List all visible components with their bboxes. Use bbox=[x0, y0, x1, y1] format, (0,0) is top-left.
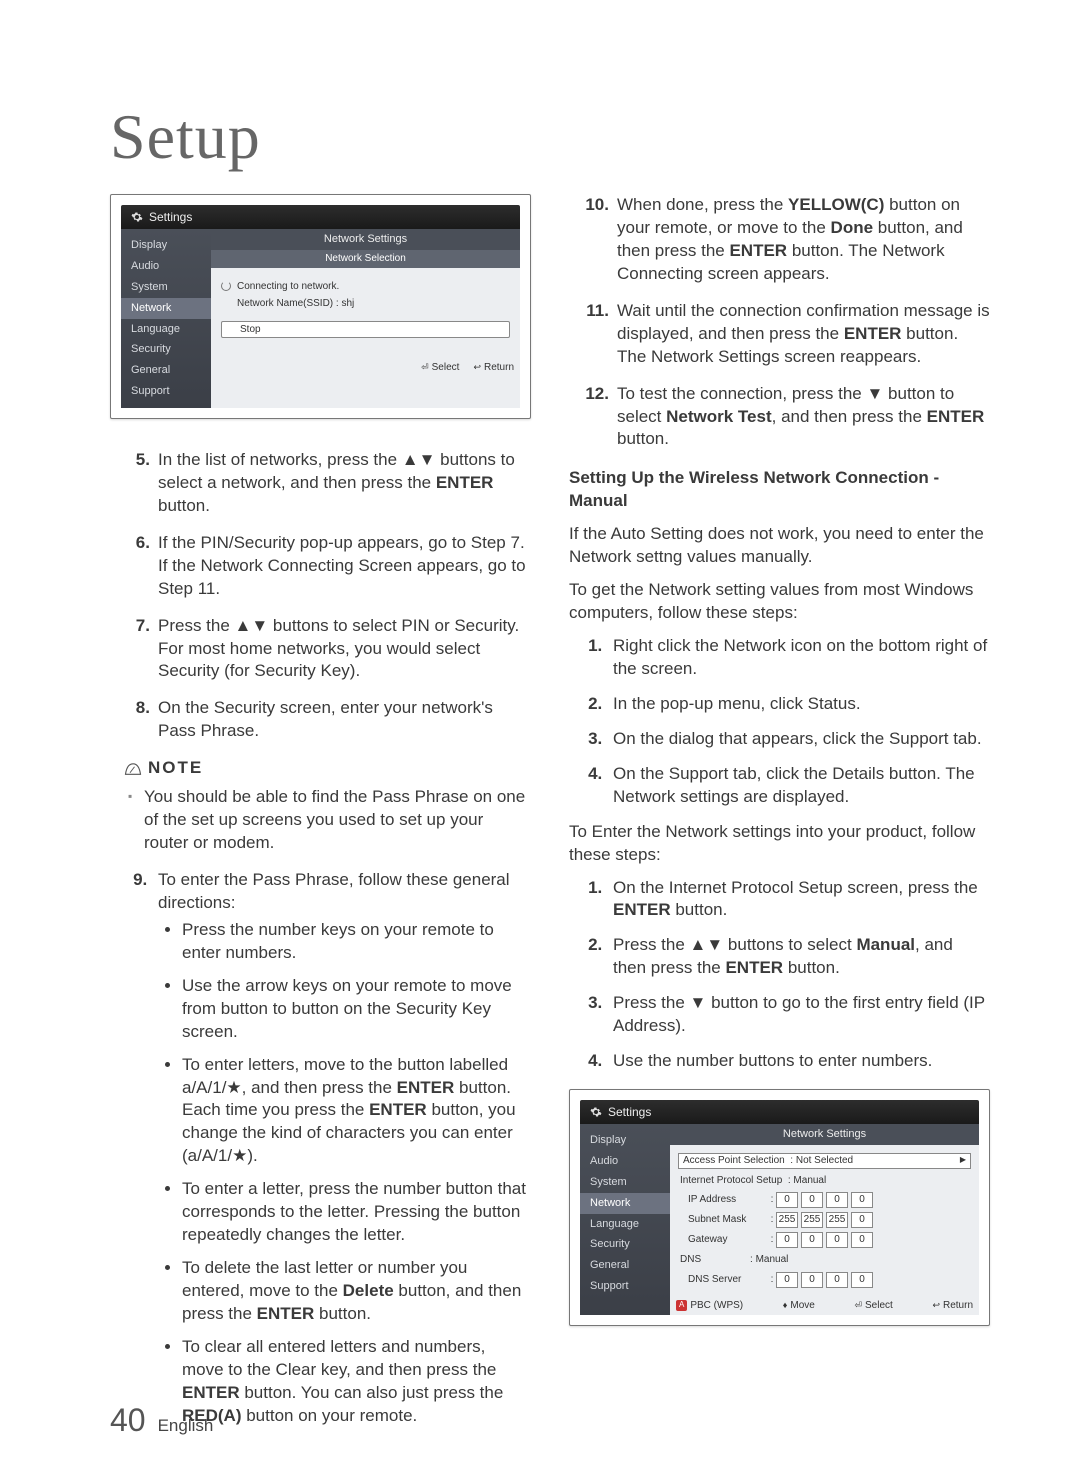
win-step-1: Right click the Network icon on the bott… bbox=[607, 635, 990, 681]
screenshot-manual-ip: Settings Display Audio System Network La… bbox=[569, 1089, 990, 1326]
dns-value: Manual bbox=[756, 1254, 789, 1265]
para-auto-fail: If the Auto Setting does not work, you n… bbox=[569, 523, 990, 569]
footer-return: ↩Return bbox=[932, 1299, 973, 1313]
loading-spinner-icon bbox=[221, 281, 231, 291]
right-column: When done, press the YELLOW(C) button on… bbox=[569, 194, 990, 1442]
ip-label: IP Address bbox=[678, 1193, 768, 1207]
settings-topbar-label: Settings bbox=[149, 209, 192, 225]
para-enter-settings: To Enter the Network settings into your … bbox=[569, 821, 990, 867]
settings-sidebar: Display Audio System Network Language Se… bbox=[121, 229, 211, 408]
step-10: When done, press the YELLOW(C) button on… bbox=[611, 194, 990, 286]
sidebar-item-support[interactable]: Support bbox=[580, 1276, 670, 1297]
enter-icon: ⏎ bbox=[854, 1299, 862, 1311]
sidebar-item-audio[interactable]: Audio bbox=[121, 256, 211, 277]
settings-sidebar: Display Audio System Network Language Se… bbox=[580, 1124, 670, 1315]
access-point-select[interactable]: Access Point Selection : Not Selected ▶ bbox=[678, 1153, 971, 1169]
bullet-letters-mode: To enter letters, move to the button lab… bbox=[182, 1054, 531, 1169]
sidebar-item-language[interactable]: Language bbox=[580, 1214, 670, 1235]
win-step-4: On the Support tab, click the Details bu… bbox=[607, 763, 990, 809]
step-12: To test the connection, press the ▼ butt… bbox=[611, 383, 990, 452]
footer-pbc: A PBC (WPS) bbox=[676, 1299, 743, 1313]
sidebar-item-general[interactable]: General bbox=[580, 1255, 670, 1276]
note-heading: NOTE bbox=[124, 757, 531, 780]
note-text: You should be able to find the Pass Phra… bbox=[110, 786, 531, 855]
sidebar-item-system[interactable]: System bbox=[121, 277, 211, 298]
bullet-delete: To delete the last letter or number you … bbox=[182, 1257, 531, 1326]
step-9: To enter the Pass Phrase, follow these g… bbox=[152, 869, 531, 1428]
footer-return: ↩Return bbox=[473, 361, 514, 375]
sidebar-item-display[interactable]: Display bbox=[580, 1130, 670, 1151]
sidebar-item-language[interactable]: Language bbox=[121, 319, 211, 340]
bullet-clear: To clear all entered letters and numbers… bbox=[182, 1336, 531, 1428]
gear-icon bbox=[590, 1106, 602, 1118]
enter-icon: ⏎ bbox=[421, 361, 429, 373]
bullet-numbers: Press the number keys on your remote to … bbox=[182, 919, 531, 965]
dns-server-label: DNS Server bbox=[678, 1273, 768, 1287]
gateway-label: Gateway bbox=[678, 1233, 768, 1247]
subnet-mask-field[interactable]: 2552552550 bbox=[776, 1212, 873, 1228]
updown-icon: ♦ bbox=[783, 1299, 788, 1311]
sidebar-item-display[interactable]: Display bbox=[121, 235, 211, 256]
panel-subtitle: Network Selection bbox=[211, 250, 520, 268]
dns-label: DNS bbox=[680, 1253, 750, 1267]
panel-title: Network Settings bbox=[670, 1124, 979, 1145]
left-column: Settings Display Audio System Network La… bbox=[110, 194, 531, 1442]
dns-server-field[interactable]: 0000 bbox=[776, 1272, 873, 1288]
step-6: If the PIN/Security pop-up appears, go t… bbox=[152, 532, 531, 601]
page-number: 40 bbox=[110, 1402, 146, 1439]
manual-step-2: Press the ▲▼ buttons to select Manual, a… bbox=[607, 934, 990, 980]
settings-topbar-label: Settings bbox=[608, 1104, 651, 1120]
footer-move: ♦Move bbox=[783, 1299, 815, 1313]
sidebar-item-network[interactable]: Network bbox=[580, 1193, 670, 1214]
bullet-arrows: Use the arrow keys on your remote to mov… bbox=[182, 975, 531, 1044]
para-windows-steps: To get the Network setting values from m… bbox=[569, 579, 990, 625]
return-icon: ↩ bbox=[932, 1299, 940, 1311]
gateway-field[interactable]: 0000 bbox=[776, 1232, 873, 1248]
panel-title: Network Settings bbox=[211, 229, 520, 250]
sidebar-item-system[interactable]: System bbox=[580, 1172, 670, 1193]
note-icon bbox=[124, 762, 142, 776]
screenshot-network-selection: Settings Display Audio System Network La… bbox=[110, 194, 531, 419]
manual-step-4: Use the number buttons to enter numbers. bbox=[607, 1050, 990, 1073]
ip-address-field[interactable]: 0000 bbox=[776, 1192, 873, 1208]
red-a-icon: A bbox=[676, 1300, 687, 1311]
win-step-3: On the dialog that appears, click the Su… bbox=[607, 728, 990, 751]
subnet-label: Subnet Mask bbox=[678, 1213, 768, 1227]
subheading-manual: Setting Up the Wireless Network Connecti… bbox=[569, 467, 990, 513]
gear-icon bbox=[131, 211, 143, 223]
sidebar-item-audio[interactable]: Audio bbox=[580, 1151, 670, 1172]
sidebar-item-security[interactable]: Security bbox=[580, 1234, 670, 1255]
ssid-text: Network Name(SSID) : shj bbox=[237, 297, 354, 311]
page-language: English bbox=[158, 1416, 214, 1436]
sidebar-item-general[interactable]: General bbox=[121, 360, 211, 381]
sidebar-item-network[interactable]: Network bbox=[121, 298, 211, 319]
bullet-enter-letter: To enter a letter, press the number butt… bbox=[182, 1178, 531, 1247]
step-7: Press the ▲▼ buttons to select PIN or Se… bbox=[152, 615, 531, 684]
win-step-2: In the pop-up menu, click Status. bbox=[607, 693, 990, 716]
connecting-text: Connecting to network. bbox=[237, 280, 339, 294]
ips-value: Manual bbox=[793, 1175, 826, 1186]
return-icon: ↩ bbox=[473, 361, 481, 373]
page-title: Setup bbox=[110, 100, 990, 174]
step-11: Wait until the connection confirmation m… bbox=[611, 300, 990, 369]
sidebar-item-support[interactable]: Support bbox=[121, 381, 211, 402]
footer-select: ⏎Select bbox=[854, 1299, 892, 1313]
step-8: On the Security screen, enter your netwo… bbox=[152, 697, 531, 743]
manual-step-3: Press the ▼ button to go to the first en… bbox=[607, 992, 990, 1038]
chevron-right-icon: ▶ bbox=[960, 1155, 966, 1166]
sidebar-item-security[interactable]: Security bbox=[121, 339, 211, 360]
manual-step-1: On the Internet Protocol Setup screen, p… bbox=[607, 877, 990, 923]
step-5: In the list of networks, press the ▲▼ bu… bbox=[152, 449, 531, 518]
footer-select: ⏎Select bbox=[421, 361, 459, 375]
ips-label: Internet Protocol Setup bbox=[680, 1174, 782, 1188]
stop-button[interactable]: Stop bbox=[221, 321, 510, 339]
